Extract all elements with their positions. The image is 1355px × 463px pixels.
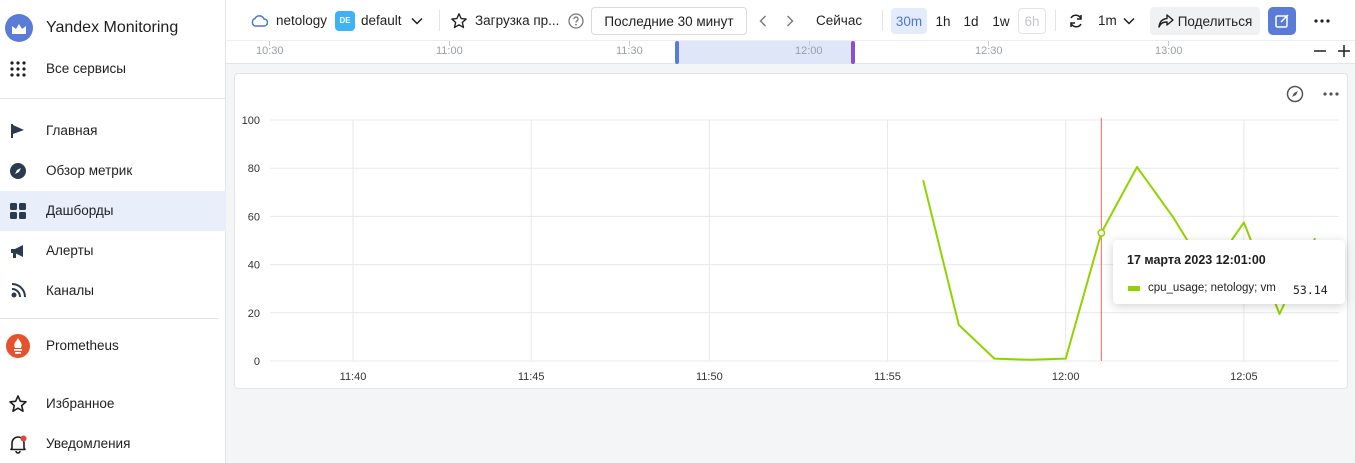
sidebar-item-label: Каналы xyxy=(46,283,94,298)
cloud-icon xyxy=(250,14,268,28)
panel-menu-button[interactable] xyxy=(1321,84,1341,104)
sidebar-divider xyxy=(0,318,218,319)
toolbar-divider xyxy=(439,10,440,31)
star-icon xyxy=(450,12,468,30)
zoom-in-button[interactable] xyxy=(1337,44,1351,58)
flag-icon xyxy=(8,121,28,141)
sidebar-item-channels[interactable]: Каналы xyxy=(0,271,226,311)
timeline-start-handle[interactable] xyxy=(675,41,679,64)
compass-icon xyxy=(8,161,28,181)
compass-icon xyxy=(1286,85,1304,103)
sidebar-item-label: Главная xyxy=(46,123,98,138)
dashboard-grid-icon xyxy=(8,201,28,221)
preset-1d[interactable]: 1d xyxy=(957,8,985,34)
preset-1h[interactable]: 1h xyxy=(929,8,957,34)
tooltip-series-swatch xyxy=(1128,286,1140,291)
all-services-button[interactable]: Все сервисы xyxy=(0,49,226,89)
sidebar-item-metrics-explorer[interactable]: Обзор метрик xyxy=(0,151,226,191)
sidebar-item-label: Алерты xyxy=(46,243,94,258)
chart-panel xyxy=(234,73,1348,389)
toolbar: netology DE default Загрузка пр... После… xyxy=(226,0,1355,41)
chevron-down-icon xyxy=(411,17,423,25)
plus-icon xyxy=(1338,45,1350,57)
bell-icon xyxy=(8,434,28,454)
timeline-label: 12:30 xyxy=(975,45,1003,57)
folder-selector[interactable]: DE default xyxy=(335,0,423,41)
refresh-icon xyxy=(1068,13,1084,29)
edit-button[interactable] xyxy=(1268,7,1296,35)
time-forward-button[interactable] xyxy=(786,0,794,41)
tooltip-value: 53.14 xyxy=(1293,283,1328,297)
chevron-right-icon xyxy=(786,15,794,27)
all-services-label: Все сервисы xyxy=(46,61,126,76)
zoom-out-button[interactable] xyxy=(1313,44,1327,58)
tooltip-series-name: cpu_usage; netology; vm xyxy=(1148,282,1276,294)
brand[interactable]: Yandex Monitoring xyxy=(0,8,226,48)
sidebar-item-label: Prometheus xyxy=(46,338,119,353)
brand-title: Yandex Monitoring xyxy=(46,19,179,36)
megaphone-icon xyxy=(8,241,28,261)
sidebar-item-dashboards[interactable]: Дашборды xyxy=(0,191,226,231)
more-menu-button[interactable] xyxy=(1314,0,1330,41)
sidebar-item-label: Дашборды xyxy=(46,203,114,218)
sidebar-item-label: Обзор метрик xyxy=(46,163,133,178)
sidebar-item-prometheus[interactable]: Prometheus xyxy=(0,326,226,366)
explore-compass-button[interactable] xyxy=(1285,84,1305,104)
sidebar-item-home[interactable]: Главная xyxy=(0,111,226,151)
sidebar-divider xyxy=(0,98,226,99)
toolbar-divider xyxy=(1055,10,1056,31)
star-icon xyxy=(8,394,28,414)
tooltip-title: 17 марта 2023 12:01:00 xyxy=(1127,253,1266,267)
cloud-name: netology xyxy=(276,13,328,28)
timeline-label: 10:30 xyxy=(256,45,284,57)
cloud-selector[interactable]: netology xyxy=(250,0,327,41)
refresh-button[interactable] xyxy=(1068,0,1084,41)
help-button[interactable] xyxy=(568,0,584,41)
folder-name: default xyxy=(361,13,402,28)
share-arrow-icon xyxy=(1158,14,1174,28)
sidebar-item-alerts[interactable]: Алерты xyxy=(0,231,226,271)
edit-pencil-icon xyxy=(1274,13,1290,29)
share-label: Поделиться xyxy=(1177,13,1253,29)
timeline-end-handle[interactable] xyxy=(851,41,855,64)
sidebar: Yandex Monitoring Все сервисы Главная Об… xyxy=(0,0,226,463)
timeline-label: 11:00 xyxy=(436,45,463,57)
sidebar-item-notifications[interactable]: Уведомления xyxy=(0,424,226,463)
minus-icon xyxy=(1314,50,1326,52)
sidebar-item-label: Уведомления xyxy=(46,436,131,451)
toolbar-divider xyxy=(882,10,883,31)
help-icon xyxy=(568,12,584,29)
sidebar-item-label: Избранное xyxy=(46,396,115,411)
time-range-button[interactable]: Последние 30 минут xyxy=(591,7,747,35)
timeline-label: 13:00 xyxy=(1155,45,1183,57)
preset-1w[interactable]: 1w xyxy=(987,8,1015,34)
monitoring-logo-icon xyxy=(5,14,33,42)
time-back-button[interactable] xyxy=(759,0,767,41)
share-button[interactable]: Поделиться xyxy=(1150,7,1260,35)
now-button[interactable]: Сейчас xyxy=(816,0,862,41)
chevron-left-icon xyxy=(759,15,767,27)
chevron-down-icon xyxy=(1123,17,1135,25)
more-dots-icon xyxy=(1314,18,1330,23)
timeline-label: 11:30 xyxy=(616,45,643,57)
timeline-label: 12:00 xyxy=(795,45,823,57)
broadcast-icon xyxy=(8,281,28,301)
preset-6h[interactable]: 6h xyxy=(1018,8,1046,34)
refresh-interval-select[interactable]: 1m xyxy=(1098,0,1135,41)
chart-tooltip: 17 марта 2023 12:01:00 cpu_usage; netolo… xyxy=(1113,240,1345,304)
preset-30m[interactable]: 30m xyxy=(891,8,927,34)
timeline[interactable]: 10:30 11:00 11:30 12:00 12:30 13:00 xyxy=(226,41,1355,64)
more-dots-icon xyxy=(1323,92,1339,96)
timeline-selection[interactable] xyxy=(677,41,854,64)
prometheus-icon xyxy=(6,334,30,358)
folder-badge: DE xyxy=(335,10,355,31)
favorite-star-button[interactable] xyxy=(450,0,468,41)
apps-grid-icon xyxy=(8,59,28,79)
sidebar-item-favorites[interactable]: Избранное xyxy=(0,384,226,424)
refresh-interval-value: 1m xyxy=(1098,13,1117,28)
dashboard-title: Загрузка пр... xyxy=(475,13,560,28)
